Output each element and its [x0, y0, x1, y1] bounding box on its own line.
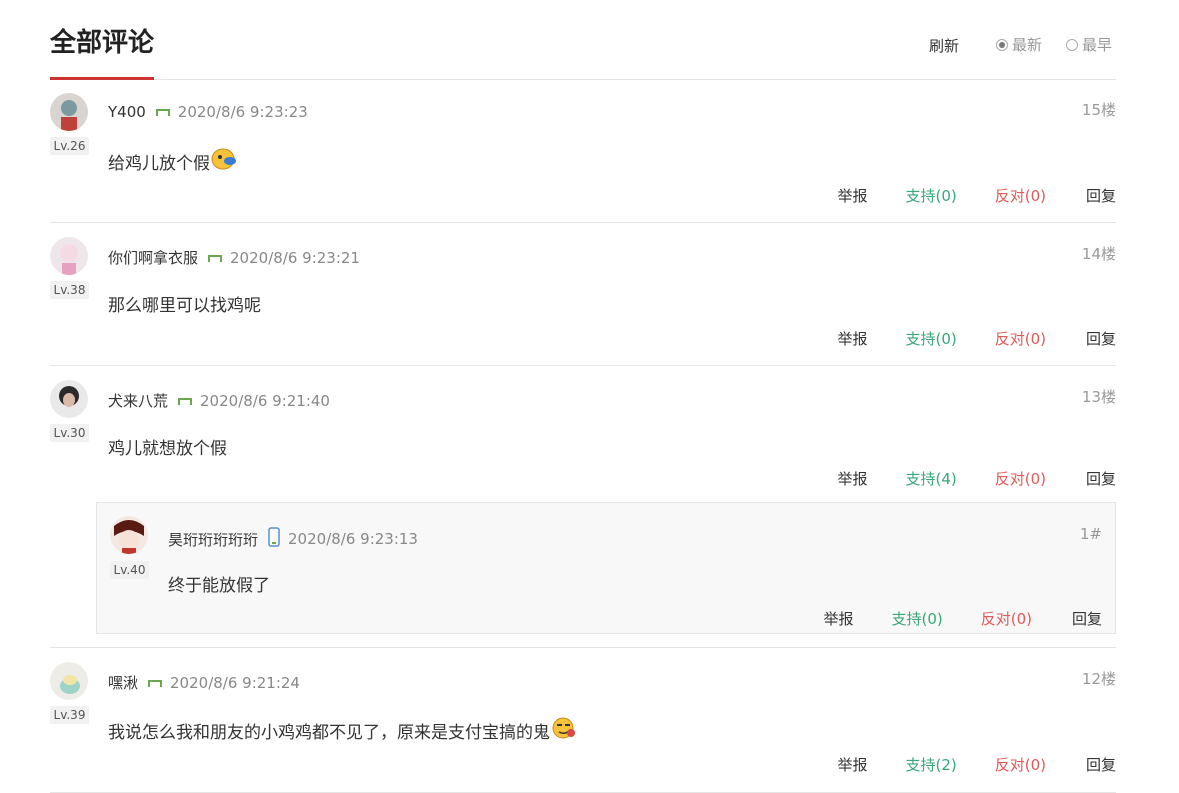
pc-client-icon — [208, 249, 223, 267]
timestamp: 2020/8/6 9:23:21 — [230, 248, 360, 267]
support-button[interactable]: 支持(0) — [891, 608, 942, 629]
comment-actions: 举报 支持(2) 反对(0) 回复 — [837, 754, 1116, 775]
comment-item: Lv.26 Y400 2020/8/6 9:23:23 15楼 给鸡儿放个假 举… — [50, 79, 1116, 223]
avatar[interactable] — [50, 93, 88, 131]
comment-item: Lv.38 你们啊拿衣服 2020/8/6 9:23:21 14楼 那么哪里可以… — [50, 223, 1116, 366]
sub-reply: Lv.40 昊珩珩珩珩珩 2020/8/6 9:23:13 1# 终于能放假了 … — [96, 502, 1116, 634]
support-button[interactable]: 支持(0) — [905, 185, 956, 206]
comment-item: Lv.39 嘿湫 2020/8/6 9:21:24 12楼 我说怎么我和朋友的小… — [50, 648, 1116, 793]
username[interactable]: 你们啊拿衣服 — [108, 247, 198, 268]
comment-meta: 你们啊拿衣服 2020/8/6 9:23:21 — [108, 247, 360, 268]
comment-text: 鸡儿就想放个假 — [108, 439, 227, 459]
timestamp: 2020/8/6 9:21:40 — [200, 391, 330, 410]
smirk-emoji-icon — [551, 716, 577, 745]
floor-number: 12楼 — [1081, 670, 1116, 688]
pc-client-icon — [178, 392, 193, 410]
timestamp: 2020/8/6 9:23:13 — [288, 530, 418, 548]
reply-button[interactable]: 回复 — [1086, 468, 1116, 489]
report-button[interactable]: 举报 — [837, 185, 867, 206]
report-button[interactable]: 举报 — [837, 754, 867, 775]
comment-text: 那么哪里可以找鸡呢 — [108, 296, 261, 316]
radio-checked-icon[interactable] — [996, 38, 1008, 51]
timestamp: 2020/8/6 9:23:23 — [177, 103, 308, 121]
reply-button[interactable]: 回复 — [1086, 754, 1116, 775]
pc-client-icon — [155, 103, 170, 121]
sort-earliest-option[interactable]: 最早 — [1066, 34, 1112, 55]
comment-actions: 举报 支持(0) 反对(0) 回复 — [837, 328, 1116, 349]
floor-number: 15楼 — [1081, 101, 1116, 119]
avatar[interactable] — [50, 237, 88, 275]
sort-latest-option[interactable]: 最新 — [996, 34, 1042, 55]
comment-meta: 嘿湫 2020/8/6 9:21:24 — [108, 672, 300, 693]
comment-meta: 犬来八荒 2020/8/6 9:21:40 — [108, 390, 330, 411]
comment-text-row: 鸡儿就想放个假 — [108, 434, 227, 459]
oppose-button[interactable]: 反对(0) — [995, 754, 1046, 775]
user-level-badge: Lv.38 — [50, 281, 89, 299]
section-title: 全部评论 — [50, 28, 155, 58]
support-button[interactable]: 支持(4) — [905, 468, 956, 489]
comment-meta: 昊珩珩珩珩珩 2020/8/6 9:23:13 — [168, 527, 418, 551]
comment-actions: 举报 支持(0) 反对(0) 回复 — [823, 608, 1102, 629]
comment-text-row: 那么哪里可以找鸡呢 — [108, 291, 261, 316]
mobile-client-icon — [268, 527, 280, 551]
comment-actions: 举报 支持(0) 反对(0) 回复 — [837, 185, 1116, 206]
sort-earliest-label: 最早 — [1082, 36, 1113, 54]
oppose-button[interactable]: 反对(0) — [995, 328, 1046, 349]
reply-button[interactable]: 回复 — [1072, 608, 1102, 629]
comment-actions: 举报 支持(4) 反对(0) 回复 — [837, 468, 1116, 489]
oppose-button[interactable]: 反对(0) — [981, 608, 1032, 629]
support-button[interactable]: 支持(2) — [905, 754, 956, 775]
oppose-button[interactable]: 反对(0) — [995, 468, 1046, 489]
avatar[interactable] — [50, 380, 88, 418]
user-level-badge: Lv.30 — [50, 424, 89, 442]
user-level-badge: Lv.39 — [50, 706, 89, 724]
user-level-badge: Lv.26 — [50, 137, 89, 155]
report-button[interactable]: 举报 — [823, 608, 853, 629]
report-button[interactable]: 举报 — [837, 328, 867, 349]
sort-latest-label: 最新 — [1012, 36, 1043, 54]
floor-number: 14楼 — [1081, 245, 1116, 263]
floor-number: 13楼 — [1081, 388, 1116, 406]
username[interactable]: 嘿湫 — [108, 672, 138, 693]
dog-emoji-icon — [211, 147, 237, 176]
comment-text: 终于能放假了 — [168, 576, 270, 596]
report-button[interactable]: 举报 — [837, 468, 867, 489]
comment-meta: Y400 2020/8/6 9:23:23 — [108, 103, 308, 121]
username[interactable]: 昊珩珩珩珩珩 — [168, 529, 258, 550]
comment-text: 给鸡儿放个假 — [108, 154, 210, 174]
avatar[interactable] — [110, 516, 148, 554]
radio-unchecked-icon[interactable] — [1066, 38, 1078, 51]
comment-text-row: 给鸡儿放个假 — [108, 147, 237, 176]
pc-client-icon — [148, 674, 163, 692]
comment-text-row: 终于能放假了 — [168, 571, 270, 596]
comments-header: 全部评论 刷新 最新 最早 — [50, 0, 1116, 80]
comment-text-row: 我说怎么我和朋友的小鸡鸡都不见了，原来是支付宝搞的鬼 — [108, 716, 577, 745]
comment-text: 我说怎么我和朋友的小鸡鸡都不见了，原来是支付宝搞的鬼 — [108, 723, 550, 743]
reply-button[interactable]: 回复 — [1086, 328, 1116, 349]
avatar[interactable] — [50, 662, 88, 700]
username[interactable]: Y400 — [108, 103, 146, 121]
username[interactable]: 犬来八荒 — [108, 390, 168, 411]
refresh-button[interactable]: 刷新 — [929, 35, 959, 56]
user-level-badge: Lv.40 — [110, 561, 149, 579]
floor-number: 1# — [1079, 525, 1102, 543]
support-button[interactable]: 支持(0) — [905, 328, 956, 349]
reply-button[interactable]: 回复 — [1086, 185, 1116, 206]
timestamp: 2020/8/6 9:21:24 — [170, 673, 300, 692]
oppose-button[interactable]: 反对(0) — [995, 185, 1046, 206]
